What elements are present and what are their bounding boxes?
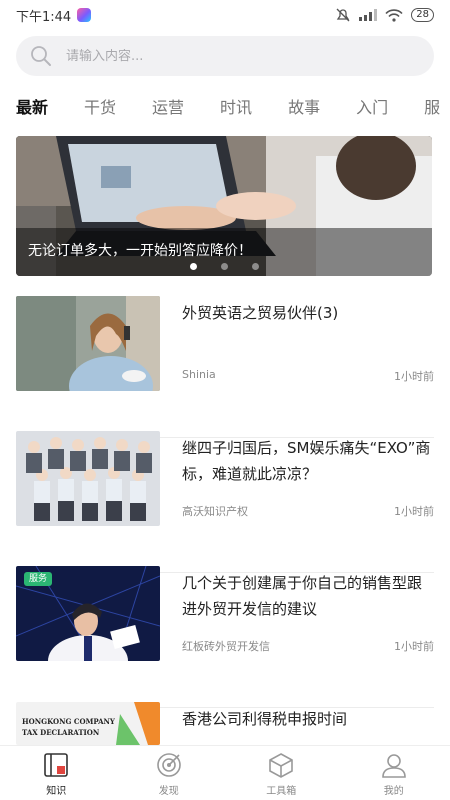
- tab-tips[interactable]: 干货: [84, 93, 116, 123]
- article-title: 香港公司利得税申报时间: [182, 710, 348, 728]
- mute-icon: [336, 8, 350, 22]
- article-source: 红板砖外贸开发信: [182, 640, 270, 653]
- list-item[interactable]: 继四子归国后，SM娱乐痛失“EXO”商标，难道就此凉凉？ 高沃知识产权 1小时前: [16, 431, 434, 573]
- article-time: 1小时前: [394, 370, 434, 383]
- status-bar: 下午1:44 28: [0, 0, 450, 30]
- article-thumbnail: [16, 296, 160, 391]
- tab-service[interactable]: 服: [424, 93, 440, 123]
- service-tag: 服务: [24, 572, 53, 586]
- battery-indicator: 28: [411, 8, 434, 22]
- nav-knowledge-label: 知识: [46, 786, 67, 797]
- carousel-dot[interactable]: [251, 263, 259, 270]
- carousel-dots: [16, 263, 432, 270]
- signal-icon: [359, 9, 378, 21]
- nav-toolbox[interactable]: 工具箱: [225, 746, 338, 800]
- article-title: 外贸英语之贸易伙伴(3): [182, 304, 339, 322]
- search-input[interactable]: [66, 48, 406, 64]
- tab-beginner[interactable]: 入门: [356, 93, 388, 123]
- search-bar[interactable]: [16, 36, 434, 76]
- article-source: Shinia: [182, 368, 216, 381]
- category-tabs: 最新 干货 运营 时讯 故事 入门 服: [0, 90, 450, 126]
- search-icon: [31, 46, 51, 66]
- article-source: 高沃知识产权: [182, 505, 248, 518]
- article-time: 1小时前: [394, 640, 434, 653]
- toolbox-icon: [269, 753, 294, 778]
- carousel-dot[interactable]: [189, 263, 197, 270]
- app-notification-icon: [77, 8, 92, 22]
- article-title: 继四子归国后，SM娱乐痛失“EXO”商标，难道就此凉凉？: [182, 439, 431, 483]
- tab-stories[interactable]: 故事: [288, 93, 320, 123]
- thumb-text-line2: TAX DECLARATION: [22, 728, 100, 737]
- nav-profile-label: 我的: [383, 786, 404, 797]
- list-item[interactable]: 服务 几个关于创建属于你自己的销售型跟进外贸开发信的建议 红板砖外贸开发信 1小…: [16, 566, 434, 708]
- nav-knowledge[interactable]: 知识: [0, 746, 113, 800]
- discover-icon: [156, 753, 181, 777]
- list-item[interactable]: 外贸英语之贸易伙伴(3) Shinia 1小时前: [16, 296, 434, 438]
- knowledge-icon: [44, 753, 69, 777]
- nav-profile[interactable]: 我的: [338, 746, 450, 800]
- article-time: 1小时前: [394, 505, 434, 518]
- nav-toolbox-label: 工具箱: [266, 786, 297, 797]
- tab-news[interactable]: 时讯: [220, 93, 252, 123]
- wifi-icon: [385, 8, 403, 22]
- tab-operations[interactable]: 运营: [152, 93, 184, 123]
- bottom-navigation: 知识 发现 工具箱 我的: [0, 745, 450, 800]
- tab-latest[interactable]: 最新: [16, 93, 48, 123]
- thumb-text-line1: HONGKONG COMPANY: [22, 717, 116, 726]
- profile-icon: [381, 754, 406, 778]
- article-thumbnail: HONGKONG COMPANY TAX DECLARATION: [16, 702, 160, 745]
- carousel-dot[interactable]: [220, 263, 228, 270]
- nav-discover[interactable]: 发现: [113, 746, 226, 800]
- status-time: 下午1:44: [16, 9, 72, 25]
- article-thumbnail: [16, 431, 160, 526]
- banner-carousel[interactable]: 无论订单多大，一开始别答应降价！: [16, 136, 432, 276]
- article-title: 几个关于创建属于你自己的销售型跟进外贸开发信的建议: [182, 574, 423, 618]
- nav-discover-label: 发现: [158, 786, 179, 797]
